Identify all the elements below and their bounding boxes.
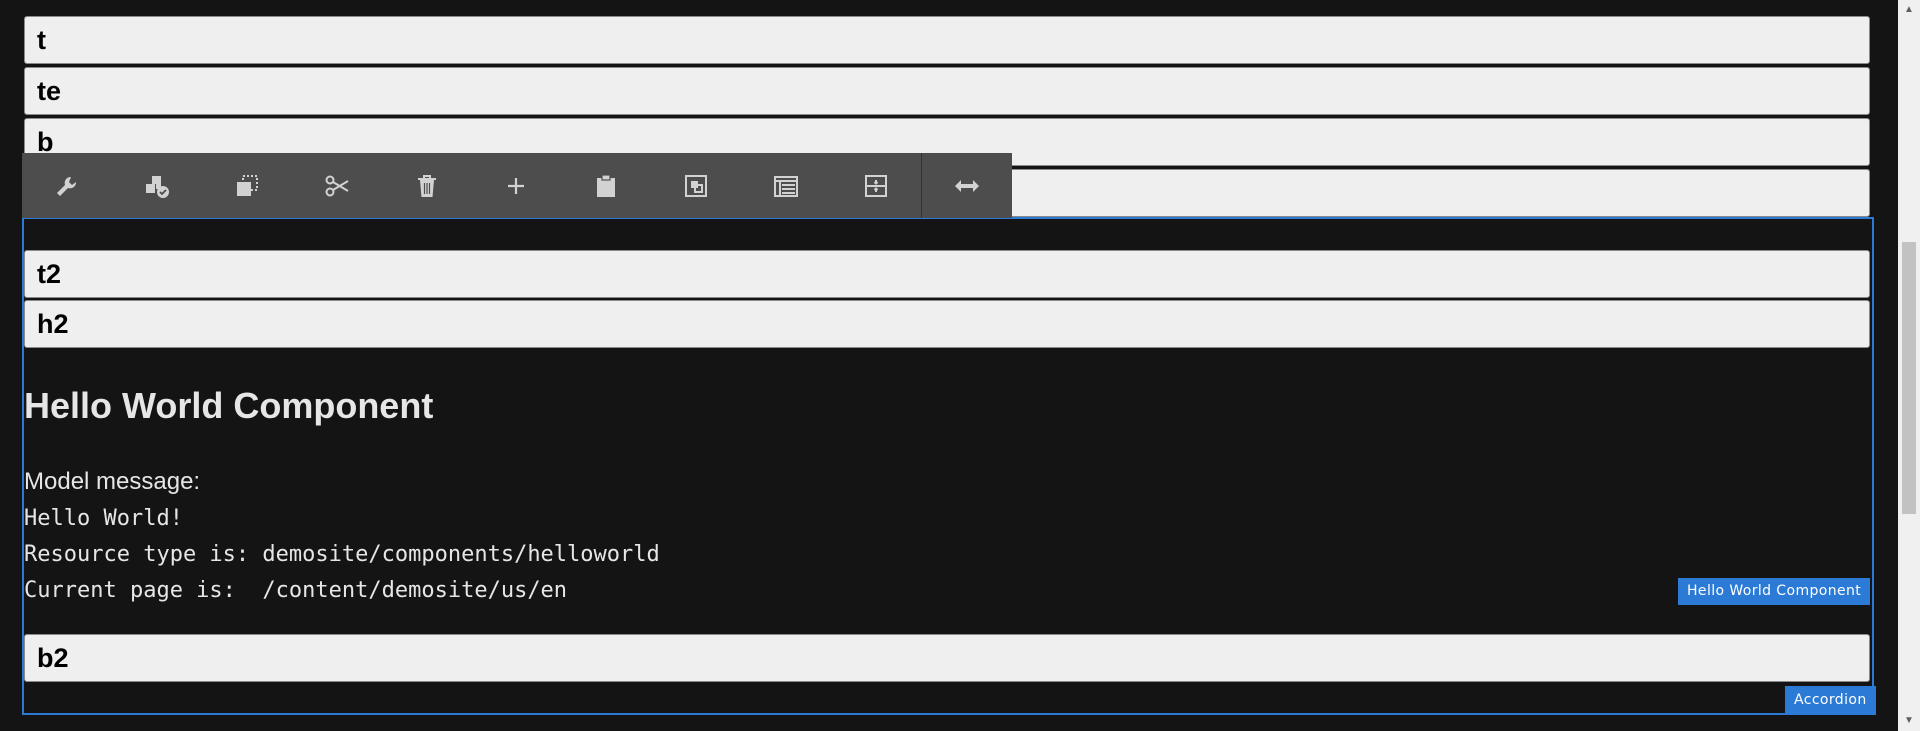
- plus-icon: [508, 177, 525, 194]
- scroll-down-icon[interactable]: ▼: [1898, 711, 1920, 731]
- insert-button[interactable]: [472, 153, 562, 218]
- cut-button[interactable]: [292, 153, 382, 218]
- accordion-item-h2[interactable]: h2: [24, 300, 1870, 348]
- group-button[interactable]: [651, 153, 741, 218]
- panel-select-button[interactable]: [741, 153, 831, 218]
- scroll-up-icon[interactable]: ▲: [1898, 0, 1920, 20]
- wrench-icon: [56, 176, 76, 196]
- paste-button[interactable]: [561, 153, 651, 218]
- resize-button[interactable]: [922, 153, 1012, 218]
- policy-check-icon: [145, 175, 169, 198]
- current-page-line: Current page is: /content/demosite/us/en: [24, 578, 568, 603]
- accordion-item-te[interactable]: te: [24, 67, 1870, 115]
- copy-icon: [236, 174, 258, 196]
- copy-button[interactable]: [202, 153, 292, 218]
- hello-world-title: Hello World Component: [24, 385, 434, 426]
- accordion-item-t2[interactable]: t2: [24, 250, 1870, 298]
- layout-button[interactable]: [831, 153, 921, 218]
- group-icon: [685, 174, 708, 197]
- accordion-item-t[interactable]: t: [24, 16, 1870, 64]
- accordion-item-b2[interactable]: b2: [24, 634, 1870, 682]
- clipboard-icon: [597, 173, 616, 197]
- trash-icon: [417, 174, 436, 197]
- resize-horizontal-icon: [955, 179, 980, 192]
- hello-world-component-label[interactable]: Hello World Component: [1678, 578, 1871, 605]
- policy-button[interactable]: [112, 153, 202, 218]
- delete-button[interactable]: [382, 153, 472, 218]
- layout-icon: [865, 174, 888, 197]
- vertical-scrollbar[interactable]: ▲ ▼: [1898, 0, 1920, 731]
- scissors-icon: [325, 175, 349, 196]
- resource-type-line: Resource type is: demosite/components/he…: [24, 542, 660, 567]
- model-message-value: Hello World!: [24, 506, 183, 531]
- accordion-component-label[interactable]: Accordion: [1785, 686, 1876, 715]
- component-toolbar: [22, 153, 1012, 218]
- panel-list-icon: [774, 175, 799, 197]
- scrollbar-thumb[interactable]: [1902, 242, 1916, 514]
- configure-button[interactable]: [22, 153, 112, 218]
- model-message-label: Model message:: [24, 468, 201, 495]
